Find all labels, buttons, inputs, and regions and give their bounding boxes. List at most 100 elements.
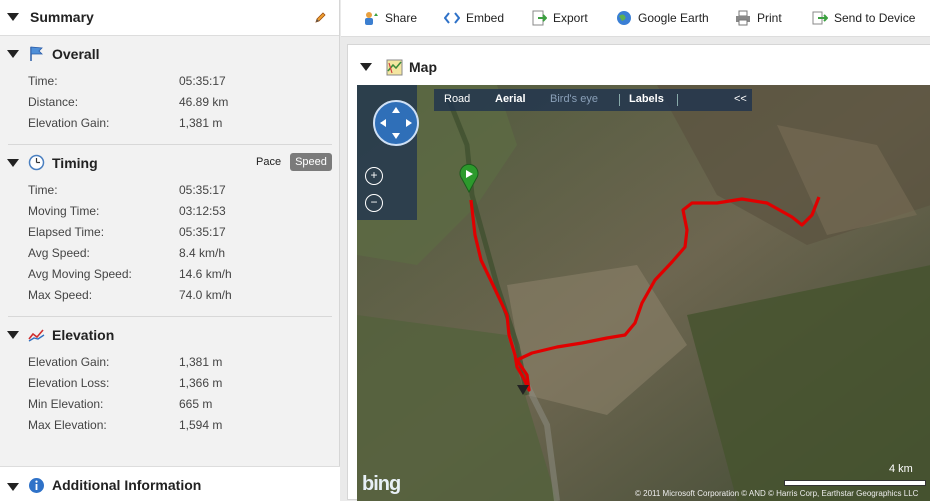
speed-toggle[interactable]: Speed <box>290 153 332 171</box>
start-marker-icon[interactable] <box>458 163 480 193</box>
aerial-map[interactable]: + − Road Aerial Bird's eye Labels << bin… <box>357 85 930 501</box>
collapse-triangle-icon[interactable] <box>7 483 19 491</box>
additional-info-header[interactable]: Additional Information <box>0 466 340 501</box>
stat-row: Max Elevation: 1,594 m <box>0 415 340 436</box>
zoom-out-button[interactable]: − <box>365 194 383 212</box>
overall-title: Overall <box>52 46 100 62</box>
stat-row: Avg Moving Speed: 14.6 km/h <box>0 264 340 285</box>
stat-value: 46.89 km <box>179 95 229 109</box>
scale-label: 4 km <box>889 463 913 475</box>
mode-separator <box>619 94 620 106</box>
stat-label: Elevation Loss: <box>28 376 110 390</box>
overall-section: Overall Time: 05:35:17 Distance: 46.89 km … <box>0 41 340 134</box>
map-icon <box>386 59 403 76</box>
stat-row: Elevation Gain: 1,381 m <box>0 113 340 134</box>
collapse-bar-button[interactable]: << <box>734 93 747 105</box>
stat-row: Avg Speed: 8.4 km/h <box>0 243 340 264</box>
pencil-icon[interactable] <box>314 11 327 24</box>
stat-label: Distance: <box>28 95 79 109</box>
mode-separator <box>677 94 678 106</box>
globe-icon <box>617 11 631 25</box>
collapse-triangle-icon[interactable] <box>7 13 19 21</box>
summary-panel: Summary Overall Time: 05:35:17 Distance: 4… <box>0 0 340 501</box>
section-divider <box>8 144 332 145</box>
stat-row: Min Elevation: 665 m <box>0 394 340 415</box>
stat-value: 74.0 km/h <box>179 288 232 302</box>
stat-label: Max Elevation: <box>28 418 107 432</box>
stat-value: 1,366 m <box>179 376 223 390</box>
info-icon <box>29 478 44 493</box>
stat-value: 05:35:17 <box>179 74 226 88</box>
stat-label: Elapsed Time: <box>28 225 105 239</box>
collapse-triangle-icon[interactable] <box>7 331 19 339</box>
stat-value: 05:35:17 <box>179 183 226 197</box>
export-icon <box>532 10 547 26</box>
map-mode-bar: Road Aerial Bird's eye Labels << <box>434 89 752 111</box>
stat-row: Elevation Gain: 1,381 m <box>0 352 340 373</box>
google-earth-label: Google Earth <box>638 11 709 25</box>
map-header[interactable]: Map <box>348 45 930 85</box>
stat-row: Max Speed: 74.0 km/h <box>0 285 340 306</box>
stat-label: Time: <box>28 183 58 197</box>
collapse-triangle-icon[interactable] <box>7 159 19 167</box>
send-to-device-icon <box>812 11 828 25</box>
stat-label: Max Speed: <box>28 288 93 302</box>
embed-label: Embed <box>466 11 505 25</box>
print-label: Print <box>757 11 782 25</box>
flag-icon <box>30 46 43 61</box>
pan-control[interactable] <box>373 100 419 146</box>
map-mode-aerial[interactable]: Aerial <box>495 93 526 105</box>
pace-toggle[interactable]: Pace <box>256 156 281 168</box>
stat-value: 665 m <box>179 397 213 411</box>
stat-row: Elevation Loss: 1,366 m <box>0 373 340 394</box>
overall-header[interactable]: Overall <box>0 41 340 67</box>
summary-header[interactable]: Summary <box>0 0 339 36</box>
stat-row: Time: 05:35:17 <box>0 180 340 201</box>
additional-info-title: Additional Information <box>52 477 202 493</box>
map-labels-toggle[interactable]: Labels <box>629 93 664 105</box>
printer-icon <box>736 10 750 26</box>
export-label: Export <box>553 11 588 25</box>
section-divider <box>8 316 332 317</box>
map-panel: Map + − Road Aerial Bird's eye Labels <<… <box>347 44 930 501</box>
stat-value: 14.6 km/h <box>179 267 232 281</box>
map-copyright: © 2011 Microsoft Corporation © AND © Har… <box>635 489 919 498</box>
collapse-triangle-icon[interactable] <box>360 63 372 71</box>
share-label: Share <box>385 11 418 25</box>
map-mode-birds-eye: Bird's eye <box>550 93 598 105</box>
compass-arrows-icon <box>380 107 412 139</box>
elevation-title: Elevation <box>52 327 115 343</box>
stat-value: 8.4 km/h <box>179 246 226 260</box>
stat-value: 1,594 m <box>179 418 223 432</box>
stat-label: Elevation Gain: <box>28 116 110 130</box>
collapse-triangle-icon[interactable] <box>7 50 19 58</box>
stat-label: Elevation Gain: <box>28 355 110 369</box>
end-marker-icon[interactable] <box>517 385 529 395</box>
clock-icon <box>28 154 45 171</box>
stat-value: 1,381 m <box>179 116 223 130</box>
route-track <box>469 196 821 392</box>
map-title: Map <box>409 59 437 75</box>
stat-label: Avg Moving Speed: <box>28 267 132 281</box>
map-navigation-panel: + − <box>357 85 419 220</box>
share-icon <box>365 12 378 25</box>
stat-label: Time: <box>28 74 58 88</box>
stat-value: 1,381 m <box>179 355 223 369</box>
map-mode-road[interactable]: Road <box>444 93 470 105</box>
timing-title: Timing <box>52 155 98 171</box>
scale-bar <box>784 480 926 486</box>
zoom-in-button[interactable]: + <box>365 167 383 185</box>
summary-title: Summary <box>30 9 94 25</box>
send-to-device-label: Send to Device <box>834 11 916 25</box>
stat-row: Distance: 46.89 km <box>0 92 340 113</box>
elevation-header[interactable]: Elevation <box>0 322 340 348</box>
bing-logo: bing <box>362 473 401 495</box>
embed-icon <box>444 12 460 24</box>
elevation-section: Elevation Elevation Gain: 1,381 m Elevati… <box>0 322 340 436</box>
timing-header[interactable]: Timing Pace Speed <box>0 150 340 176</box>
timing-section: Timing Pace Speed Time: 05:35:17 Moving T… <box>0 150 340 306</box>
stat-value: 03:12:53 <box>179 204 226 218</box>
elevation-chart-icon <box>28 329 45 342</box>
stat-label: Avg Speed: <box>28 246 90 260</box>
stat-label: Moving Time: <box>28 204 100 218</box>
